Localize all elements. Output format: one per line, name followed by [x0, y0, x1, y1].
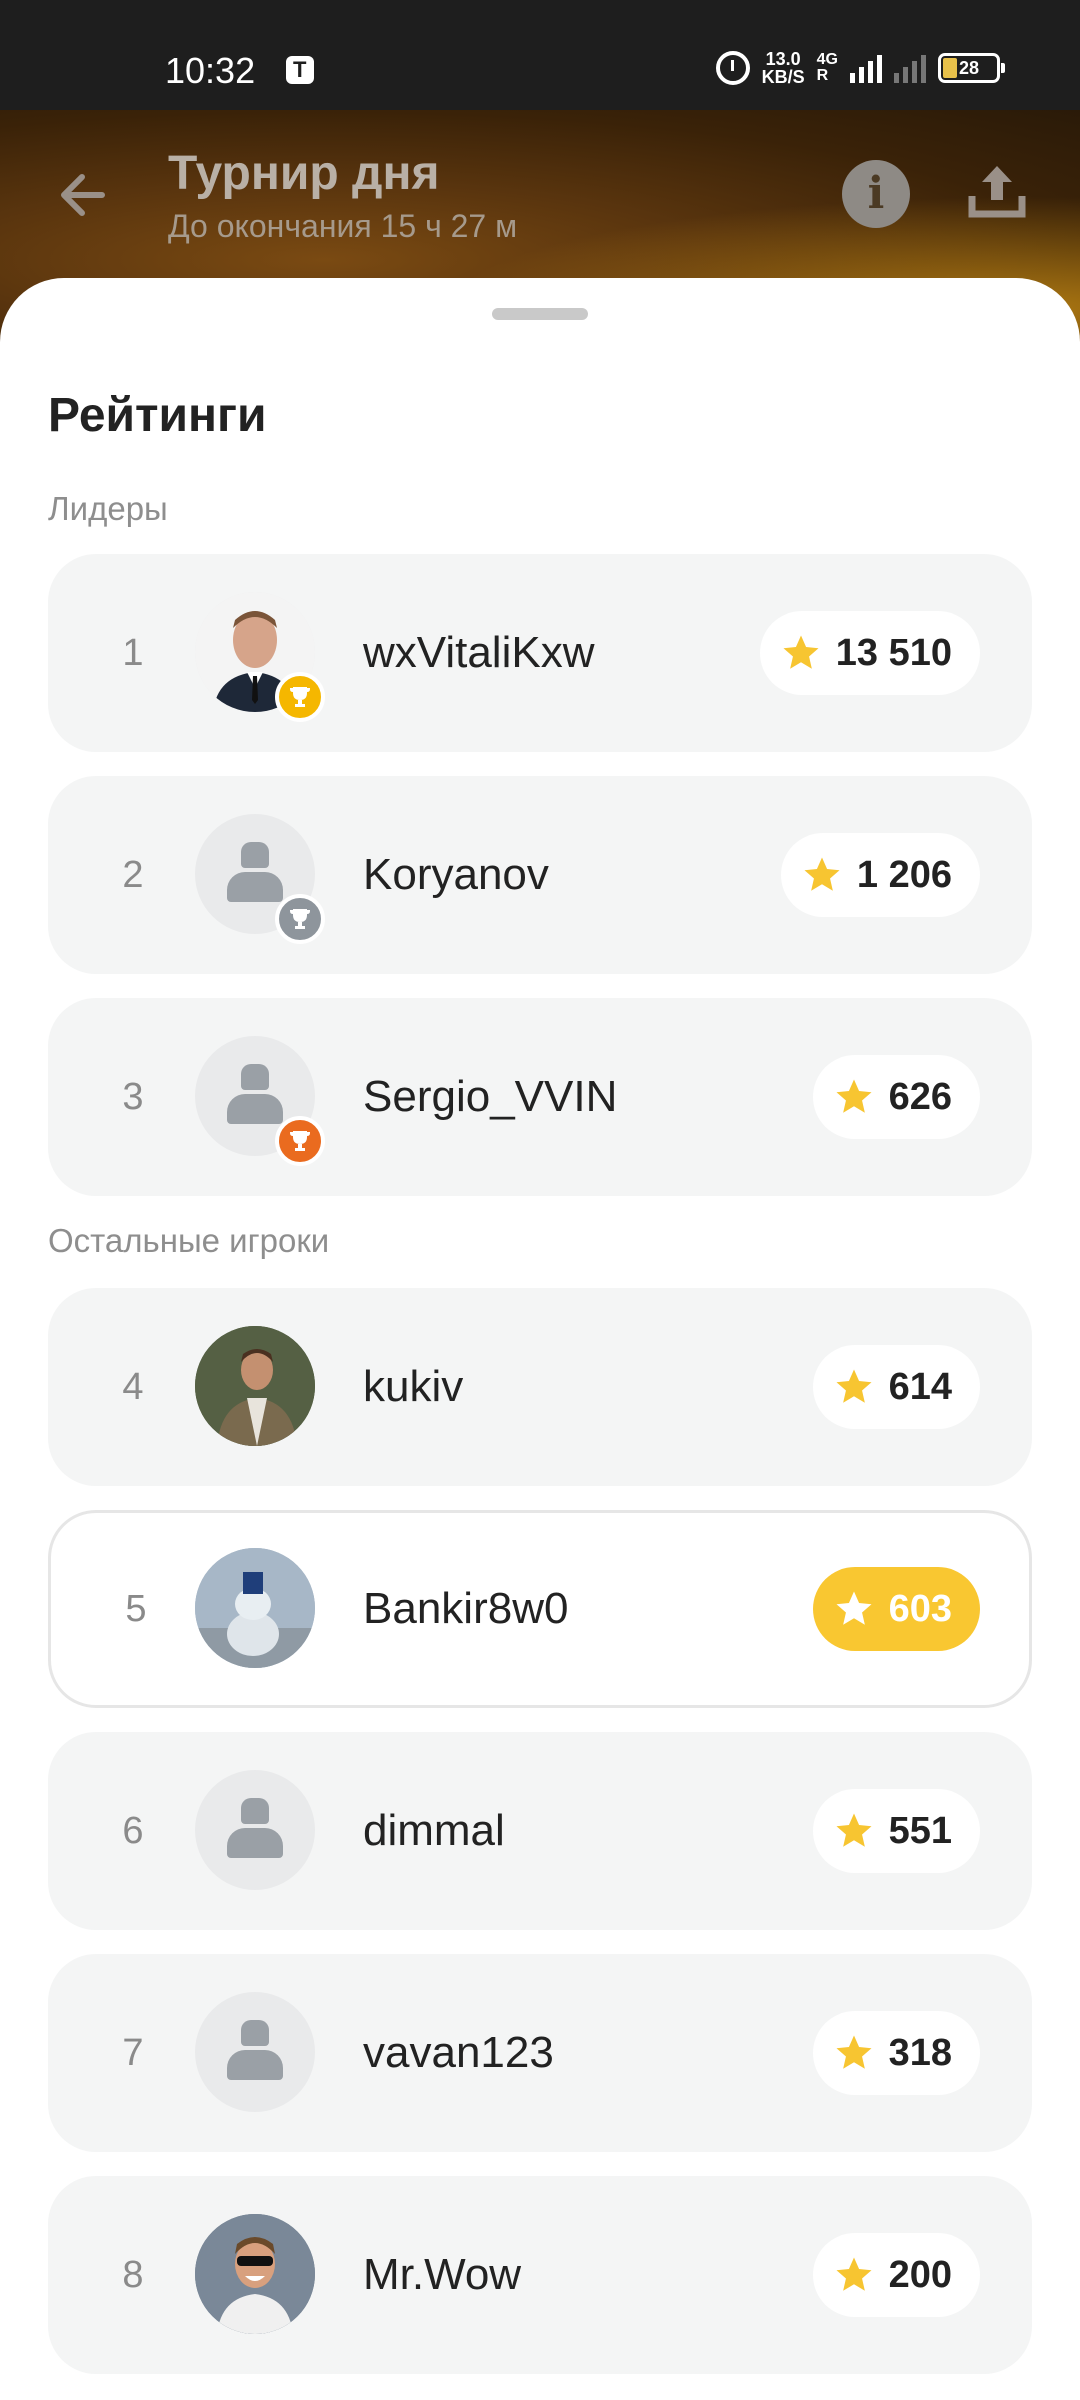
network-speed: 13.0 KB/S	[762, 50, 805, 86]
network-type: 4G R	[817, 52, 838, 84]
player-name: Sergio_VVIN	[363, 1072, 618, 1121]
score-badge: 1 206	[780, 833, 980, 917]
player-row[interactable]: 4 kukiv 614	[48, 1288, 1032, 1486]
rank: 3	[122, 1075, 144, 1118]
roaming-label: R	[816, 67, 829, 84]
info-button[interactable]: i	[842, 160, 910, 228]
leader-row[interactable]: 1 wxVitaliKxw 13 510	[48, 554, 1032, 752]
gold-trophy-badge	[275, 672, 325, 722]
score-value: 13 510	[835, 631, 952, 674]
default-avatar-icon	[195, 1770, 315, 1890]
player-name: wxVitaliKxw	[363, 628, 595, 677]
network-type-label: 4G	[816, 51, 838, 68]
avatar	[195, 2214, 315, 2334]
score-badge: 614	[812, 1345, 980, 1429]
score-badge: 200	[812, 2233, 980, 2317]
signal-strength-sim2-icon	[894, 53, 926, 83]
back-button[interactable]	[50, 160, 120, 230]
rank: 6	[122, 1809, 144, 1852]
star-icon	[804, 857, 840, 891]
player-name: Bankir8w0	[363, 1584, 569, 1633]
avatar	[195, 1548, 315, 1668]
notification-app-icon	[286, 56, 314, 84]
trophy-icon	[290, 1131, 310, 1151]
player-row[interactable]: 8 Mr.Wow 200	[48, 2176, 1032, 2374]
score-value: 614	[888, 1365, 952, 1408]
score-value: 626	[888, 1075, 952, 1118]
rank: 1	[122, 631, 144, 674]
score-value: 200	[888, 2253, 952, 2296]
battery-level: 28	[958, 58, 980, 78]
star-icon	[836, 1079, 872, 1113]
silver-trophy-badge	[275, 894, 325, 944]
score-value: 318	[888, 2031, 952, 2074]
star-icon	[836, 1369, 872, 1403]
star-icon	[836, 2035, 872, 2069]
trophy-icon	[290, 909, 310, 929]
drag-handle[interactable]	[492, 308, 588, 320]
default-avatar-icon	[195, 1036, 325, 1166]
player-name: dimmal	[363, 1806, 505, 1855]
score-value: 603	[888, 1587, 952, 1630]
score-value: 551	[888, 1809, 952, 1852]
page-title: Турнир дня	[168, 147, 440, 200]
score-badge: 13 510	[759, 611, 980, 695]
player-name: kukiv	[363, 1362, 464, 1411]
score-badge: 626	[812, 1055, 980, 1139]
rank: 2	[122, 853, 144, 896]
score-badge: 318	[812, 2011, 980, 2095]
share-button[interactable]	[962, 156, 1032, 226]
other-players-label: Остальные игроки	[48, 1222, 330, 1259]
rank: 8	[122, 2253, 144, 2296]
score-value: 1 206	[856, 853, 952, 896]
ratings-title: Рейтинги	[48, 389, 267, 442]
ratings-sheet: Рейтинги Лидеры 1 wxVitaliKxw 13 510 2 K…	[0, 278, 1080, 2400]
bronze-trophy-badge	[275, 1116, 325, 1166]
avatar	[195, 1326, 315, 1446]
player-name: Koryanov	[363, 850, 549, 899]
score-badge: 551	[812, 1789, 980, 1873]
battery-icon: 28	[938, 53, 1005, 83]
time-remaining: До окончания 15 ч 27 м	[168, 208, 518, 244]
default-avatar-icon	[195, 814, 325, 944]
star-icon	[836, 1813, 872, 1847]
arrow-left-icon	[61, 174, 105, 216]
star-icon	[783, 635, 819, 669]
star-icon	[836, 1591, 872, 1625]
rank: 7	[122, 2031, 144, 2074]
leader-row[interactable]: 3 Sergio_VVIN 626	[48, 998, 1032, 1196]
player-row[interactable]: 6 dimmal 551	[48, 1732, 1032, 1930]
leaders-label: Лидеры	[48, 490, 168, 527]
avatar	[195, 592, 325, 722]
player-row[interactable]: 7 vavan123 318	[48, 1954, 1032, 2152]
score-badge-current: 603	[812, 1567, 980, 1651]
upload-icon	[968, 166, 1026, 218]
network-speed-unit: KB/S	[761, 67, 805, 87]
player-name: vavan123	[363, 2028, 554, 2077]
rank: 4	[122, 1365, 144, 1408]
signal-strength-icon	[850, 53, 882, 83]
player-name: Mr.Wow	[363, 2250, 522, 2299]
alarm-icon	[715, 51, 750, 85]
network-speed-value: 13.0	[765, 49, 801, 69]
default-avatar-icon	[195, 1992, 315, 2112]
star-icon	[836, 2257, 872, 2291]
trophy-icon	[290, 687, 310, 707]
status-time: 10:32	[165, 50, 256, 91]
status-bar: 10:32 13.0 KB/S 4G R 28	[0, 0, 1080, 110]
info-icon: i	[867, 168, 885, 219]
leader-row[interactable]: 2 Koryanov 1 206	[48, 776, 1032, 974]
current-player-row[interactable]: 5 Bankir8w0 603	[48, 1510, 1032, 1708]
